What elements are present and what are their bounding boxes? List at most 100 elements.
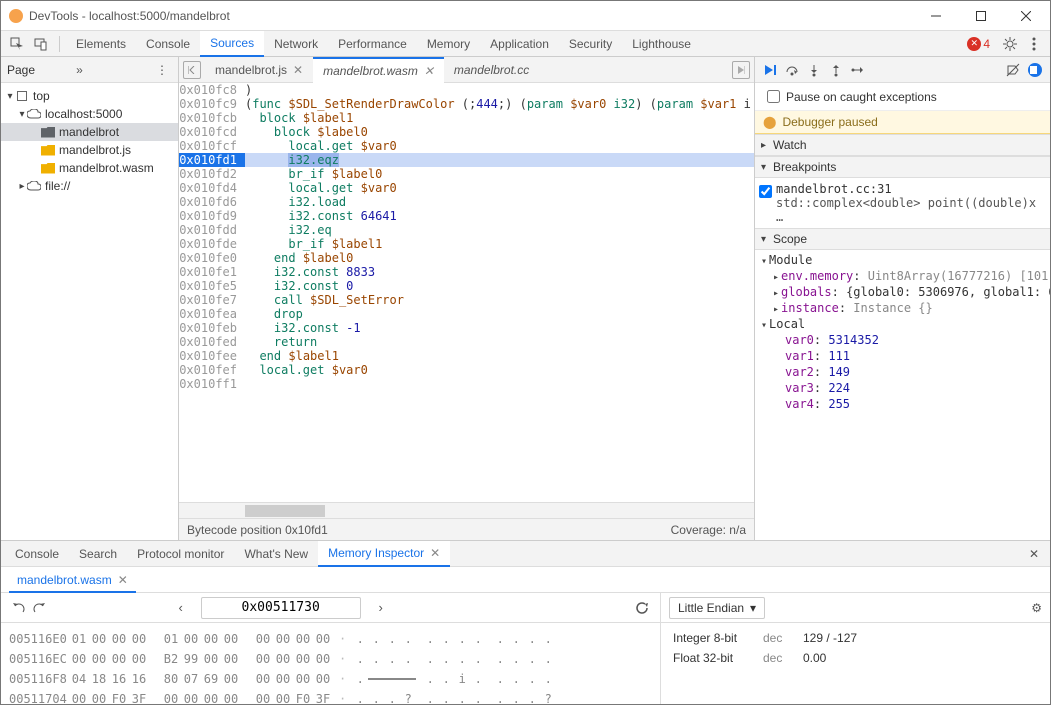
scope-instance[interactable]: instance: Instance {} [755,300,1050,316]
error-count: 4 [983,37,990,51]
deactivate-bp-icon[interactable] [1002,59,1024,81]
breakpoint-file: mandelbrot.cc:31 [776,182,1044,196]
close-icon[interactable]: ✕ [293,63,303,77]
code-area[interactable]: )(func $SDL_SetRenderDrawColor (;444;) (… [245,83,754,502]
inspect-icon[interactable] [5,32,29,56]
nav-back-icon[interactable] [183,61,201,79]
drawer-tab[interactable]: Protocol monitor [127,541,234,567]
main-tab-security[interactable]: Security [559,31,622,57]
status-right: Coverage: n/a [671,523,746,537]
drawer-tab[interactable]: Console [5,541,69,567]
sidebar-page-label[interactable]: Page [7,63,72,77]
memory-address-input[interactable] [201,597,361,619]
file-tab[interactable]: mandelbrot.cc [444,57,539,83]
step-out-icon[interactable] [825,59,847,81]
breakpoint-item[interactable]: mandelbrot.cc:31 std::complex<double> po… [755,180,1050,226]
sources-sidebar: Page » ⋮ top localhost:5000 [1,57,179,540]
hex-row[interactable]: 005117040000F03F000000000000F03F·...?...… [9,689,652,704]
step-icon[interactable] [847,59,869,81]
gutter[interactable]: 0x010fc80x010fc90x010fcb0x010fcd0x010fcf… [179,83,245,502]
memory-tab-wasm[interactable]: mandelbrot.wasm✕ [9,569,136,593]
section-breakpoints[interactable]: Breakpoints [755,156,1050,178]
error-badge[interactable]: ✕ 4 [967,37,990,51]
warn-icon: ⬤ [763,115,776,129]
pause-on-caught-label: Pause on caught exceptions [786,90,937,104]
main-tab-lighthouse[interactable]: Lighthouse [622,31,701,57]
tree-item-mandelbrot-wasm[interactable]: mandelbrot.wasm [1,159,178,177]
tree-file-scheme[interactable]: file:// [1,177,178,195]
close-icon[interactable]: ✕ [424,64,434,78]
tree-item-mandelbrot-js[interactable]: mandelbrot.js [1,141,178,159]
main-tab-elements[interactable]: Elements [66,31,136,57]
more-icon[interactable] [1022,32,1046,56]
editor-tabs: mandelbrot.js✕mandelbrot.wasm✕mandelbrot… [179,57,754,83]
devtools-icon [9,9,23,23]
scope-globals[interactable]: globals: {global0: 5306976, global1: 65… [755,284,1050,300]
redo-icon[interactable] [29,598,49,618]
device-icon[interactable] [29,32,53,56]
scope-local-var[interactable]: var3: 224 [755,380,1050,396]
file-tab[interactable]: mandelbrot.wasm✕ [313,57,444,83]
close-icon[interactable]: ✕ [430,546,440,560]
section-watch[interactable]: Watch [755,134,1050,156]
mem-next-icon[interactable]: › [369,600,393,615]
close-icon[interactable]: ✕ [118,573,128,587]
drawer-tab[interactable]: Memory Inspector ✕ [318,541,450,567]
hex-row[interactable]: 005116E0010000000100000000000000·.......… [9,629,652,649]
hex-view[interactable]: 005116E0010000000100000000000000·.......… [1,623,660,704]
tree-item-mandelbrot[interactable]: mandelbrot [1,123,178,141]
editor-statusbar: Bytecode position 0x10fd1 Coverage: n/a [179,518,754,540]
sidebar-more-icon[interactable]: » [76,63,83,77]
pause-exception-icon[interactable] [1024,59,1046,81]
tree-host[interactable]: localhost:5000 [1,105,178,123]
minimize-button[interactable] [913,1,958,31]
resume-icon[interactable] [759,59,781,81]
maximize-button[interactable] [958,1,1003,31]
file-tab[interactable]: mandelbrot.js✕ [205,57,313,83]
hex-row[interactable]: 005116F8041816168007690000000000·...i...… [9,669,652,689]
drawer-close-icon[interactable]: ✕ [1022,547,1046,561]
scope-local-var[interactable]: var4: 255 [755,396,1050,412]
settings-icon[interactable] [998,32,1022,56]
sidebar-header: Page » ⋮ [1,57,178,83]
refresh-icon[interactable] [632,598,652,618]
endian-select[interactable]: Little Endian ▾ [669,597,765,619]
undo-icon[interactable] [9,598,29,618]
pause-on-caught-row[interactable]: Pause on caught exceptions [755,83,1050,111]
scope-local-var[interactable]: var0: 5314352 [755,332,1050,348]
step-into-icon[interactable] [803,59,825,81]
pause-on-caught-checkbox[interactable] [767,90,780,103]
scope-env-memory[interactable]: env.memory: Uint8Array(16777216) [101, … [755,268,1050,284]
main-tab-performance[interactable]: Performance [328,31,417,57]
sidebar-menu-icon[interactable]: ⋮ [156,63,168,77]
main-tab-console[interactable]: Console [136,31,200,57]
section-scope[interactable]: Scope [755,228,1050,250]
scope-local-var[interactable]: var2: 149 [755,364,1050,380]
value-row: Integer 8-bitdec129 / -127 [673,631,1038,645]
editor-hscroll[interactable] [179,502,754,518]
debug-toolbar [755,57,1050,83]
scope-local-var[interactable]: var1: 111 [755,348,1050,364]
main-toolbar: ElementsConsoleSourcesNetworkPerformance… [1,31,1050,57]
tree-top[interactable]: top [1,87,178,105]
value-settings-icon[interactable]: ⚙ [1031,601,1042,615]
run-snippet-icon[interactable] [732,61,750,79]
titlebar: DevTools - localhost:5000/mandelbrot [1,1,1050,31]
close-window-button[interactable] [1003,1,1048,31]
breakpoint-code: std::complex<double> point((double)x … [776,196,1044,224]
main-tab-memory[interactable]: Memory [417,31,480,57]
main-tab-sources[interactable]: Sources [200,31,264,57]
main-tab-network[interactable]: Network [264,31,328,57]
step-over-icon[interactable] [781,59,803,81]
pause-circle-icon [1028,63,1042,77]
drawer-tab[interactable]: What's New [234,541,318,567]
drawer-tab[interactable]: Search [69,541,127,567]
mem-prev-icon[interactable]: ‹ [169,600,193,615]
scope-local[interactable]: Local [755,316,1050,332]
source-editor[interactable]: 0x010fc80x010fc90x010fcb0x010fcd0x010fcf… [179,83,754,502]
scope-module[interactable]: Module [755,252,1050,268]
main-tab-application[interactable]: Application [480,31,559,57]
hex-row[interactable]: 005116EC00000000B299000000000000·.......… [9,649,652,669]
memory-toolbar: ‹ › [1,593,660,623]
breakpoint-checkbox[interactable] [759,185,772,198]
